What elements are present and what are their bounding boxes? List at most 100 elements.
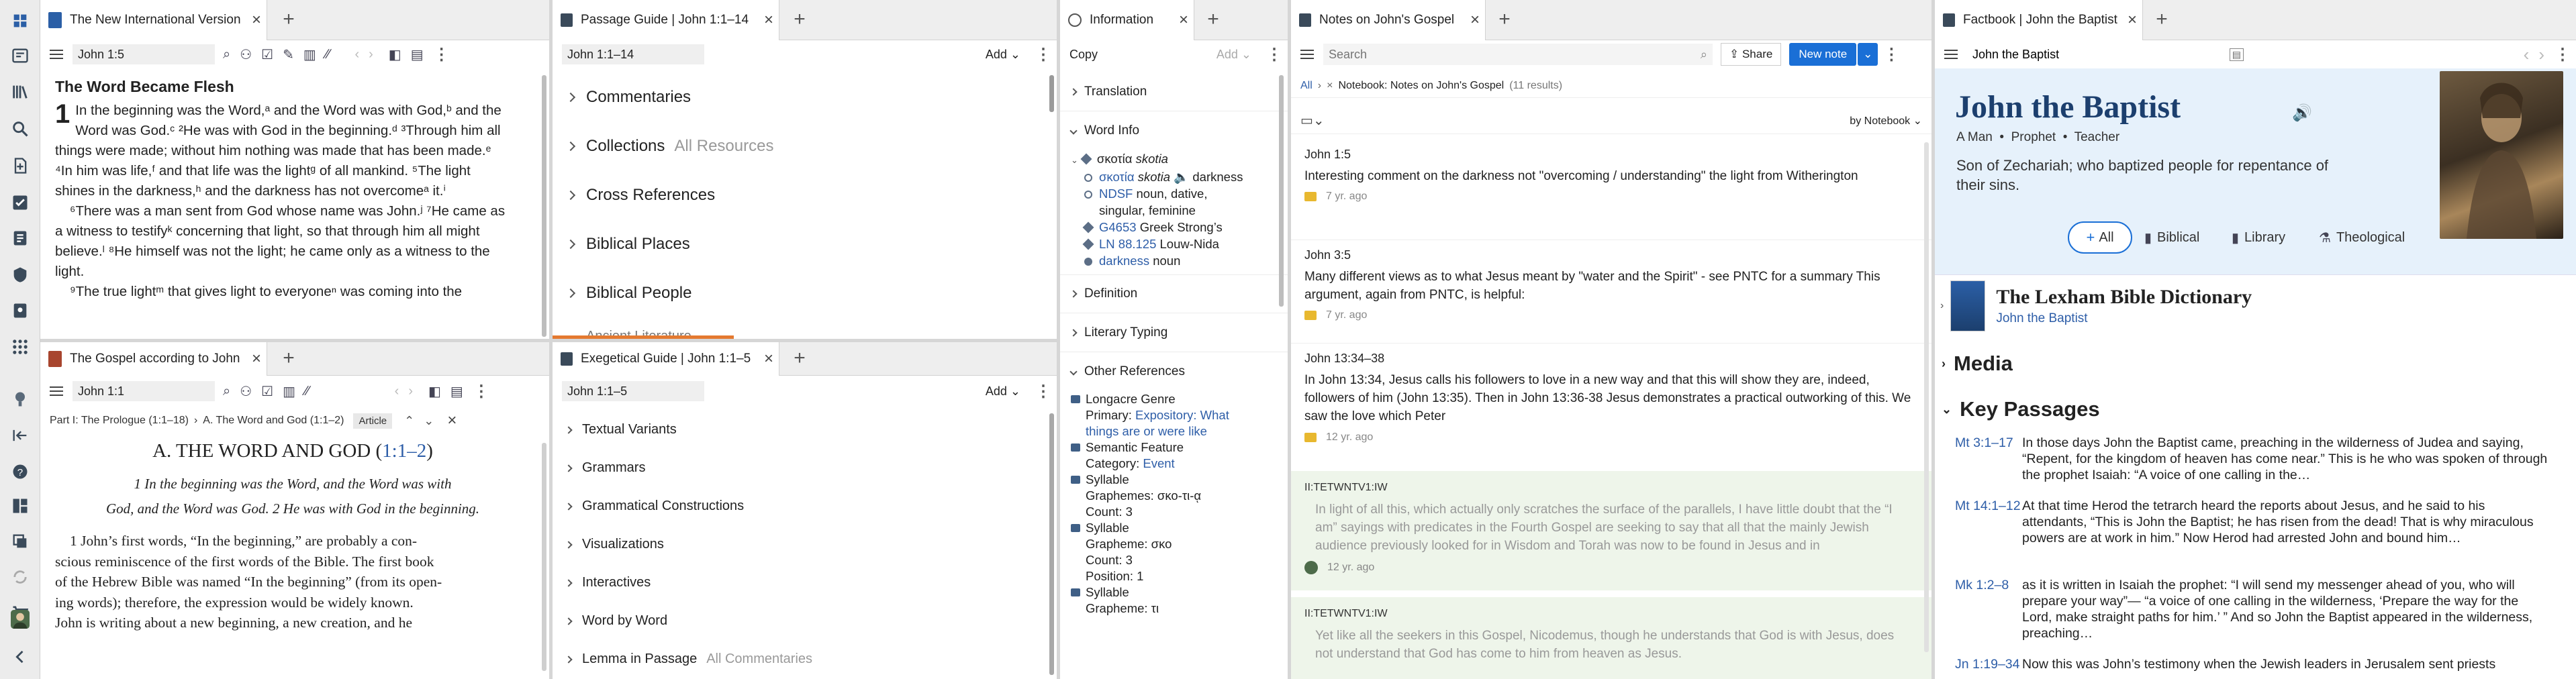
more-icon[interactable]: ⋮	[1883, 45, 1899, 64]
new-note-button[interactable]: New note	[1789, 43, 1857, 66]
collapse-icon[interactable]	[9, 424, 32, 447]
close-icon[interactable]: ×	[2122, 11, 2142, 30]
scrollbar[interactable]	[1049, 75, 1054, 112]
scrollbar[interactable]	[1049, 413, 1054, 675]
note-reference[interactable]: II:TETWNTV1:IW	[1304, 482, 1907, 494]
tab-factbook[interactable]: Factbook | John the Baptist ×	[1935, 0, 2143, 40]
filter-all[interactable]: + All	[2068, 221, 2132, 254]
passage-ref-link[interactable]: Jn 1:19–34	[1955, 656, 2020, 672]
tools-icon[interactable]	[9, 388, 32, 411]
copy-button[interactable]: Copy	[1069, 48, 1098, 62]
add-tab-icon[interactable]: +	[788, 8, 812, 32]
section-translation[interactable]: Translation	[1060, 72, 1288, 111]
passage-ref-link[interactable]: Mt 14:1–12	[1955, 498, 2021, 546]
section-key-passages[interactable]: ⌄ Key Passages	[1942, 397, 2100, 421]
strongs-link[interactable]: G4653	[1099, 220, 1137, 234]
note-item[interactable]: John 1:5 Interesting comment on the dark…	[1291, 142, 1931, 203]
visual-filters-icon[interactable]: ⚇	[240, 383, 252, 400]
verse-line[interactable]: things were made; without him nothing wa…	[55, 141, 534, 161]
factbook-icon[interactable]	[9, 299, 32, 322]
section-visualizations[interactable]: Visualizations	[553, 525, 1057, 564]
verse-line[interactable]: ⁶There was a man sent from God whose nam…	[55, 201, 534, 221]
scrollbar[interactable]	[1924, 142, 1929, 652]
highlight-icon[interactable]: ☑	[261, 383, 273, 400]
forward-icon[interactable]: ›	[2538, 44, 2544, 65]
section-textual-variants[interactable]: Textual Variants	[553, 411, 1057, 449]
help-icon[interactable]: ?	[9, 460, 32, 483]
section-other-references[interactable]: Other References	[1060, 352, 1288, 391]
section-grammatical-constructions[interactable]: Grammatical Constructions	[553, 487, 1057, 525]
section-grammars[interactable]: Grammars	[553, 449, 1057, 487]
filter-library[interactable]: ▮ Library	[2232, 221, 2285, 254]
section-lemma-in-passage[interactable]: Lemma in Passage All Commentaries	[553, 640, 1057, 678]
tab-exegetical-guide[interactable]: Exegetical Guide | John 1:1–5 ×	[553, 342, 779, 376]
breadcrumb-part[interactable]: Part I: The Prologue (1:1–18)	[50, 415, 189, 427]
filter-theological[interactable]: ⚗ Theological	[2319, 221, 2405, 254]
key-passage-item[interactable]: Jn 1:19–34 Now this was John’s testimony …	[1955, 656, 2549, 672]
section-biblical-places[interactable]: Biblical Places	[553, 219, 1057, 268]
add-tab-icon[interactable]: +	[1201, 8, 1225, 32]
add-tab-icon[interactable]: +	[1492, 8, 1517, 32]
section-literary-typing[interactable]: Literary Typing	[1060, 313, 1288, 352]
filter-biblical[interactable]: ▮ Biblical	[2144, 221, 2199, 254]
factbook-query-input[interactable]	[1972, 47, 2230, 62]
factbook-search[interactable]: ▤	[1967, 44, 2249, 65]
search-icon[interactable]	[9, 117, 32, 140]
parallel-icon[interactable]: ▥	[303, 46, 316, 63]
more-apps-icon[interactable]	[9, 335, 32, 358]
add-tab-icon[interactable]: +	[788, 347, 812, 371]
key-passage-item[interactable]: Mk 1:2–8 as it is written in Isaiah the p…	[1955, 577, 2549, 641]
reading-plan-icon[interactable]	[9, 191, 32, 214]
forward-icon[interactable]: ›	[408, 384, 413, 399]
view-options-icon[interactable]: ▭⌄	[1300, 112, 1325, 129]
search-box[interactable]: ⌕	[1323, 44, 1713, 65]
tab-information[interactable]: Information ×	[1060, 0, 1194, 40]
shared-note-item[interactable]: II:TETWNTV1:IW In light of all this, whi…	[1291, 471, 1931, 590]
breadcrumb-section[interactable]: A. The Word and God (1:1–2)	[203, 415, 344, 427]
tab-niv[interactable]: The New International Version ×	[40, 0, 267, 40]
verse-line[interactable]: Word was God.ᶜ ²He was with God in the b…	[55, 121, 534, 141]
close-icon[interactable]: ×	[1174, 11, 1194, 30]
morphology-link[interactable]: NDSF	[1099, 187, 1133, 201]
add-tab-icon[interactable]: +	[277, 8, 301, 32]
chevron-up-icon[interactable]: ⌃	[404, 414, 414, 428]
more-icon[interactable]: ⋮	[2555, 45, 2571, 64]
visual-filters-icon[interactable]: ⚇	[240, 46, 252, 63]
more-icon[interactable]: ⋮	[1035, 382, 1051, 401]
guides-icon[interactable]	[9, 263, 32, 286]
verse-line[interactable]: a witness to testifyᵏ concerning that li…	[55, 221, 534, 242]
search-icon[interactable]: ⌕	[223, 384, 230, 399]
layout-icon[interactable]: ◧	[389, 46, 401, 63]
note-item[interactable]: John 3:5 Many different views as to what…	[1291, 240, 1931, 321]
note-item[interactable]: John 13:34–38 In John 13:34, Jesus calls…	[1291, 343, 1931, 443]
back-icon[interactable]: ‹	[354, 47, 359, 62]
close-icon[interactable]: ×	[759, 11, 779, 30]
add-button[interactable]: Add ⌄	[986, 48, 1020, 62]
note-reference[interactable]: John 3:5	[1304, 248, 1918, 262]
note-reference[interactable]: John 13:34–38	[1304, 352, 1918, 366]
menu-icon[interactable]	[1295, 40, 1319, 68]
article-dropdown[interactable]: Article	[353, 413, 393, 429]
entity-image[interactable]	[2440, 71, 2563, 239]
section-ref-link[interactable]: 1:1–2	[382, 440, 426, 462]
section-biblical-people[interactable]: Biblical People	[553, 268, 1057, 317]
more-icon[interactable]: ⋮	[1266, 45, 1282, 64]
all-notes-link[interactable]: All	[1300, 80, 1313, 92]
library-icon[interactable]	[9, 81, 32, 103]
section-word-info[interactable]: Word Info	[1060, 111, 1288, 150]
reference-input[interactable]	[73, 381, 215, 401]
more-icon[interactable]: ⋮	[473, 382, 489, 401]
verse-line[interactable]: ⁴In him was life,ᶠ and that life was the…	[55, 161, 534, 181]
sense-row[interactable]: σκοτία skotia 🔈 darkness	[1071, 168, 1288, 185]
reference-input[interactable]	[562, 381, 704, 401]
panel-menu-icon[interactable]: ▤	[411, 46, 424, 63]
close-icon[interactable]: ×	[759, 350, 779, 368]
word-link[interactable]: darkness	[1099, 254, 1149, 268]
add-tab-icon[interactable]: +	[2150, 8, 2174, 32]
documents-icon[interactable]	[9, 154, 32, 177]
section-word-by-word[interactable]: Word by Word	[553, 602, 1057, 640]
remove-filter-icon[interactable]: ×	[1327, 80, 1333, 92]
lemma-row[interactable]: ⌄ σκοτία skotia	[1071, 150, 1288, 168]
note-reference[interactable]: II:TETWNTV1:IW	[1304, 608, 1907, 620]
menu-icon[interactable]	[1939, 40, 1963, 68]
